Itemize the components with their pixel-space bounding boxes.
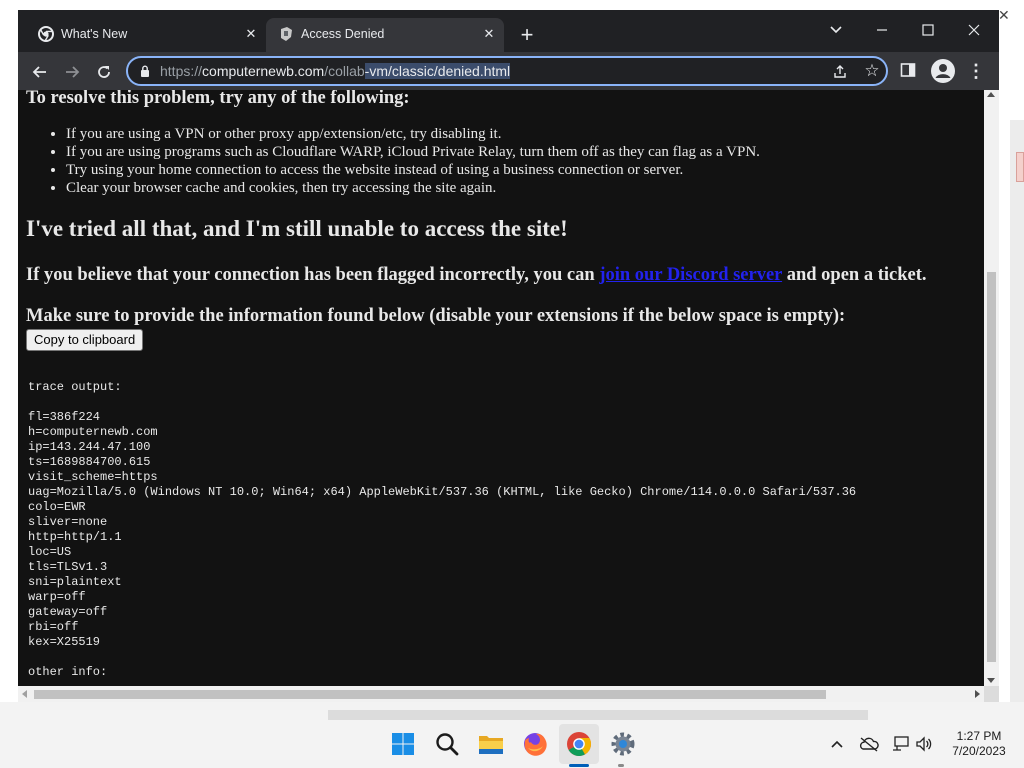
taskbar: 1:27 PM 7/20/2023: [0, 720, 1024, 768]
background-window-edge: [1010, 120, 1024, 720]
background-window-element: [1016, 152, 1024, 182]
discord-link[interactable]: join our Discord server: [599, 265, 782, 285]
side-panel-icon[interactable]: [900, 62, 916, 78]
list-item: Try using your home connection to access…: [66, 161, 760, 179]
flagged-text-end: and open a ticket.: [782, 265, 927, 285]
menu-kebab-icon[interactable]: ⋮: [966, 58, 986, 84]
flagged-heading: If you believe that your connection has …: [26, 265, 927, 286]
background-close-icon[interactable]: ✕: [998, 8, 1010, 22]
address-bar[interactable]: https://computernewb.com/collab-vm/class…: [126, 56, 888, 86]
trace-line: loc=US: [28, 545, 72, 559]
scroll-down-icon[interactable]: [987, 678, 995, 683]
url-host: computernewb.com: [202, 63, 325, 79]
url-text[interactable]: https://computernewb.com/collab-vm/class…: [160, 63, 511, 79]
scroll-right-icon[interactable]: [975, 690, 980, 698]
firefox-icon[interactable]: [519, 728, 551, 760]
trace-line: other info:: [28, 665, 108, 679]
bookmark-star-icon[interactable]: ☆: [862, 61, 882, 81]
trace-line: uag=Mozilla/5.0 (Windows NT 10.0; Win64;…: [28, 485, 857, 499]
trace-line: sni=plaintext: [28, 575, 122, 589]
tab-access-denied[interactable]: Access Denied ✕: [266, 18, 504, 52]
tab-whats-new[interactable]: What's New ✕: [26, 18, 266, 52]
url-path: /collab: [324, 63, 365, 79]
trace-line: warp=off: [28, 590, 86, 604]
vertical-scroll-thumb[interactable]: [987, 272, 996, 662]
vertical-scrollbar[interactable]: [984, 90, 999, 686]
scroll-up-icon[interactable]: [987, 92, 995, 97]
chrome-icon[interactable]: [563, 728, 595, 760]
trace-line: visit_scheme=https: [28, 470, 158, 484]
list-item: If you are using programs such as Cloudf…: [66, 143, 760, 161]
onedrive-cloud-offline-icon[interactable]: [859, 734, 879, 754]
list-item: If you are using a VPN or other proxy ap…: [66, 125, 760, 143]
list-item: Clear your browser cache and cookies, th…: [66, 179, 760, 197]
url-selected-path: -vm/classic/denied.html: [364, 63, 511, 79]
browser-toolbar: https://computernewb.com/collab-vm/class…: [18, 52, 999, 90]
close-window-icon[interactable]: [954, 16, 994, 44]
tried-heading: I've tried all that, and I'm still unabl…: [26, 216, 568, 241]
network-icon[interactable]: [891, 734, 911, 754]
tab-search-chevron-icon[interactable]: [816, 16, 856, 44]
trace-line: ts=1689884700.615: [28, 455, 151, 469]
trace-line: ip=143.244.47.100: [28, 440, 151, 454]
tab-title: What's New: [61, 27, 128, 41]
chrome-running-indicator: [569, 764, 589, 767]
new-tab-icon[interactable]: +: [514, 24, 540, 50]
maximize-icon[interactable]: [908, 16, 948, 44]
scrollbar-corner: [984, 686, 999, 702]
trace-line: fl=386f224: [28, 410, 101, 424]
volume-icon[interactable]: [914, 734, 934, 754]
forward-icon[interactable]: [58, 58, 86, 86]
reload-icon[interactable]: [90, 58, 118, 86]
trace-line: h=computernewb.com: [28, 425, 158, 439]
background-window-bar: [328, 710, 868, 720]
tab-close-icon[interactable]: ✕: [480, 25, 498, 43]
trace-line: trace output:: [28, 380, 122, 394]
lock-icon[interactable]: [140, 65, 150, 77]
horizontal-scrollbar[interactable]: [18, 686, 984, 702]
url-scheme: https://: [160, 63, 203, 79]
tab-close-icon[interactable]: ✕: [242, 25, 260, 43]
trace-line: tls=TLSv1.3: [28, 560, 108, 574]
clock-date: 7/20/2023: [952, 744, 1006, 758]
back-icon[interactable]: [26, 58, 54, 86]
profile-avatar-icon[interactable]: [930, 58, 956, 84]
provide-info-heading: Make sure to provide the information fou…: [26, 306, 846, 326]
copy-to-clipboard-button[interactable]: Copy to clipboard: [26, 329, 144, 351]
resolve-heading: To resolve this problem, try any of the …: [26, 90, 410, 108]
browser-window: What's New ✕ Access Denied ✕ + https://c…: [18, 10, 999, 702]
tips-list: If you are using a VPN or other proxy ap…: [66, 125, 760, 197]
start-windows-icon[interactable]: [387, 728, 419, 760]
trace-line: sliver=none: [28, 515, 108, 529]
clock[interactable]: 1:27 PM 7/20/2023: [944, 729, 1014, 759]
trace-line: http=http/1.1: [28, 530, 122, 544]
trace-line: [28, 395, 856, 410]
flagged-text: If you believe that your connection has …: [26, 265, 600, 285]
file-explorer-icon[interactable]: [475, 728, 507, 760]
site-favicon-icon: [281, 27, 292, 41]
chrome-favicon-icon: [38, 26, 54, 42]
trace-line: rbi=off: [28, 620, 79, 634]
tab-strip: What's New ✕ Access Denied ✕ +: [18, 10, 999, 52]
show-hidden-icons-chevron-icon[interactable]: [827, 734, 847, 754]
scroll-left-icon[interactable]: [22, 690, 27, 698]
trace-line: gateway=off: [28, 605, 108, 619]
tab-title: Access Denied: [301, 27, 385, 41]
trace-output: trace output: fl=386f224 h=computernewb.co…: [28, 380, 856, 680]
clock-time: 1:27 PM: [956, 729, 1002, 743]
horizontal-scroll-thumb[interactable]: [34, 690, 826, 699]
trace-line: kex=X25519: [28, 635, 101, 649]
settings-running-indicator: [618, 764, 624, 767]
trace-line: [28, 650, 856, 665]
share-icon[interactable]: [830, 62, 850, 82]
page-content: To resolve this problem, try any of the …: [18, 90, 984, 686]
trace-line: colo=EWR: [28, 500, 86, 514]
settings-gear-icon[interactable]: [607, 728, 639, 760]
minimize-icon[interactable]: [862, 16, 902, 44]
search-icon[interactable]: [431, 728, 463, 760]
